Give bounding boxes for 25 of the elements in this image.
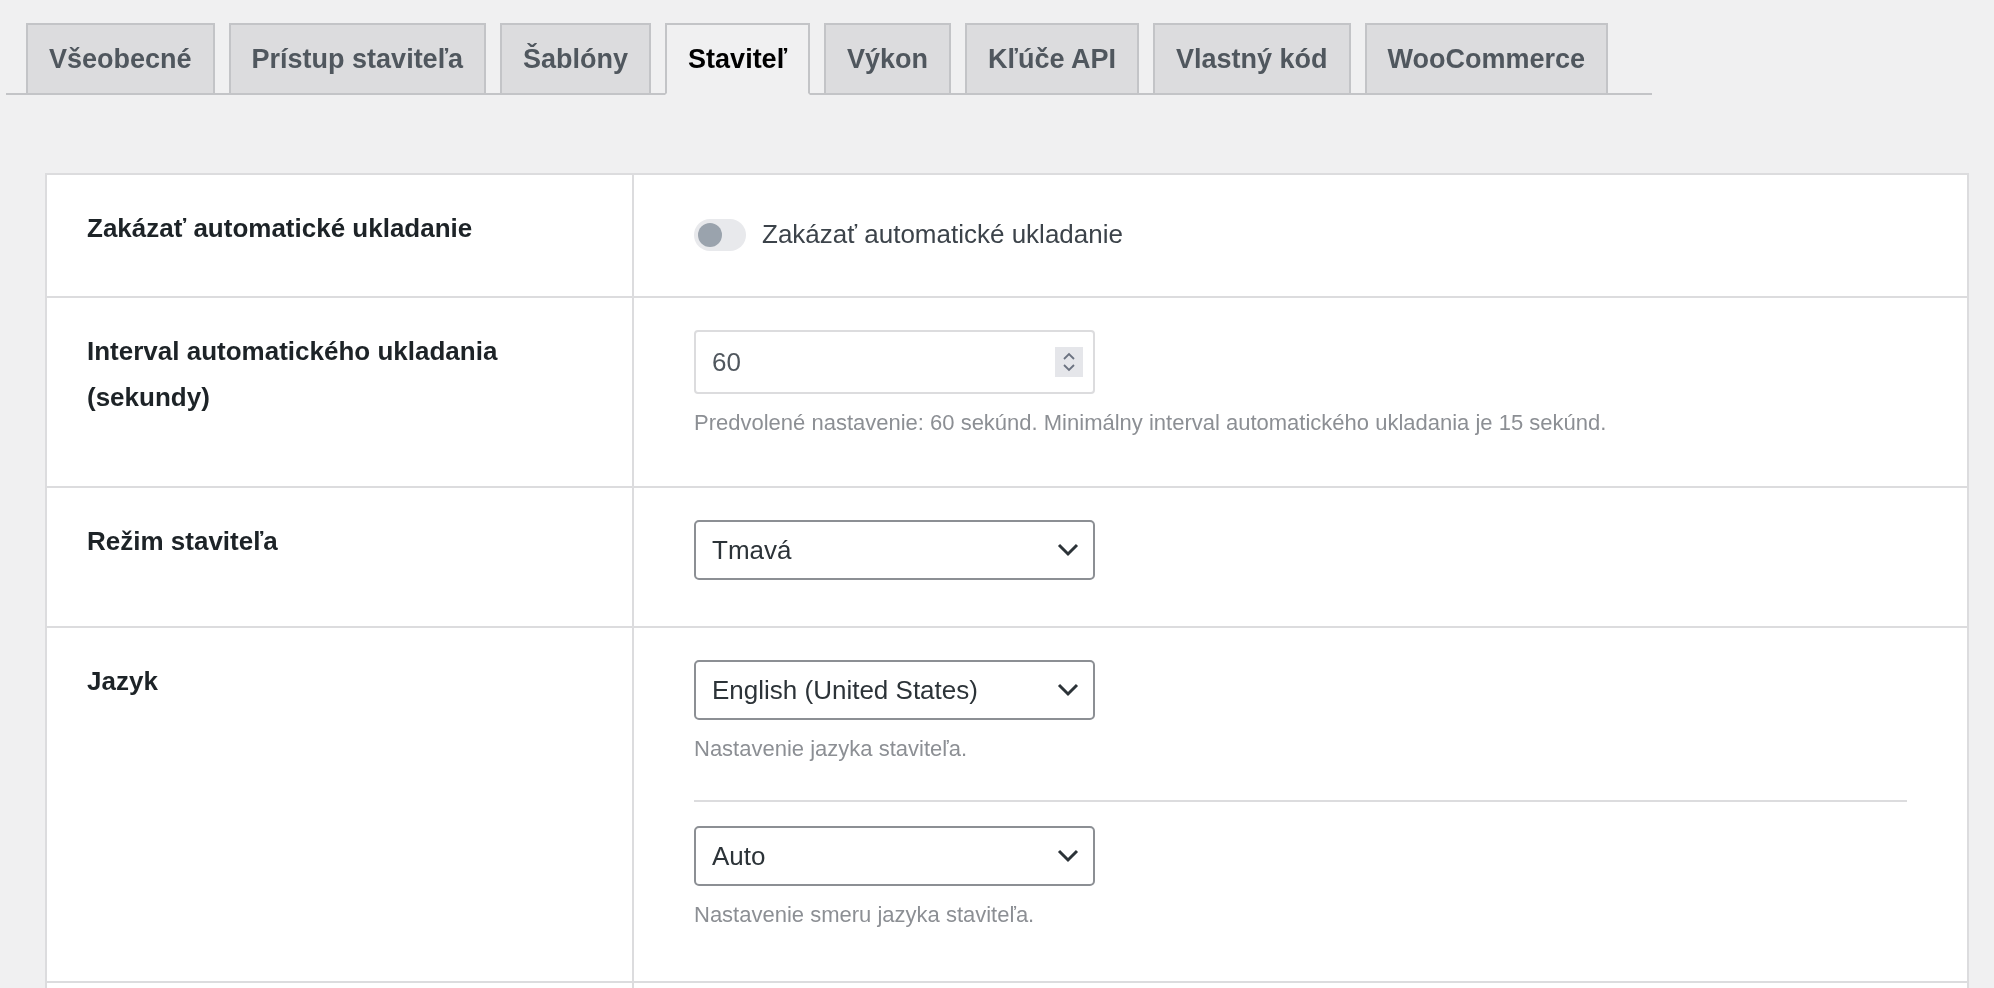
chevron-down-icon <box>1057 683 1079 697</box>
toggle-switch[interactable] <box>694 218 746 251</box>
tab[interactable]: Kľúče API <box>965 23 1139 95</box>
setting-label: Jazyk <box>87 665 159 698</box>
tab[interactable]: Všeobecné <box>26 23 215 95</box>
dropdown-select[interactable]: Tmavá <box>694 520 1095 580</box>
tab[interactable]: Výkon <box>824 23 952 95</box>
tab[interactable]: Šablóny <box>500 23 652 95</box>
setting-label: Zakázať automatické ukladanie <box>87 212 474 245</box>
number-input[interactable]: 60 <box>694 330 1095 394</box>
chevron-down-icon <box>1057 543 1079 557</box>
tab[interactable]: Staviteľ <box>665 23 811 95</box>
help-text: Nastavenie jazyka staviteľa. <box>694 735 968 763</box>
toggle-label: Zakázať automatické ukladanie <box>762 218 1123 251</box>
tab[interactable]: Vlastný kód <box>1153 23 1351 95</box>
dropdown-select[interactable]: Auto <box>694 826 1095 886</box>
stepper-icon[interactable] <box>1055 347 1083 377</box>
tab[interactable]: Prístup staviteľa <box>228 23 487 95</box>
chevron-down-icon <box>1057 849 1079 863</box>
setting-label: Režim staviteľa <box>87 525 279 558</box>
setting-label: Interval automatického ukladania (sekundy) <box>87 335 499 414</box>
help-text: Predvolené nastavenie: 60 sekúnd. Minimálny interval automatického ukladania je 15 sekúnd. <box>694 409 1608 437</box>
dropdown-select[interactable]: English (United States) <box>694 660 1095 720</box>
help-text: Nastavenie smeru jazyka staviteľa. <box>694 901 1036 929</box>
tab[interactable]: WooCommerce <box>1364 23 1609 95</box>
